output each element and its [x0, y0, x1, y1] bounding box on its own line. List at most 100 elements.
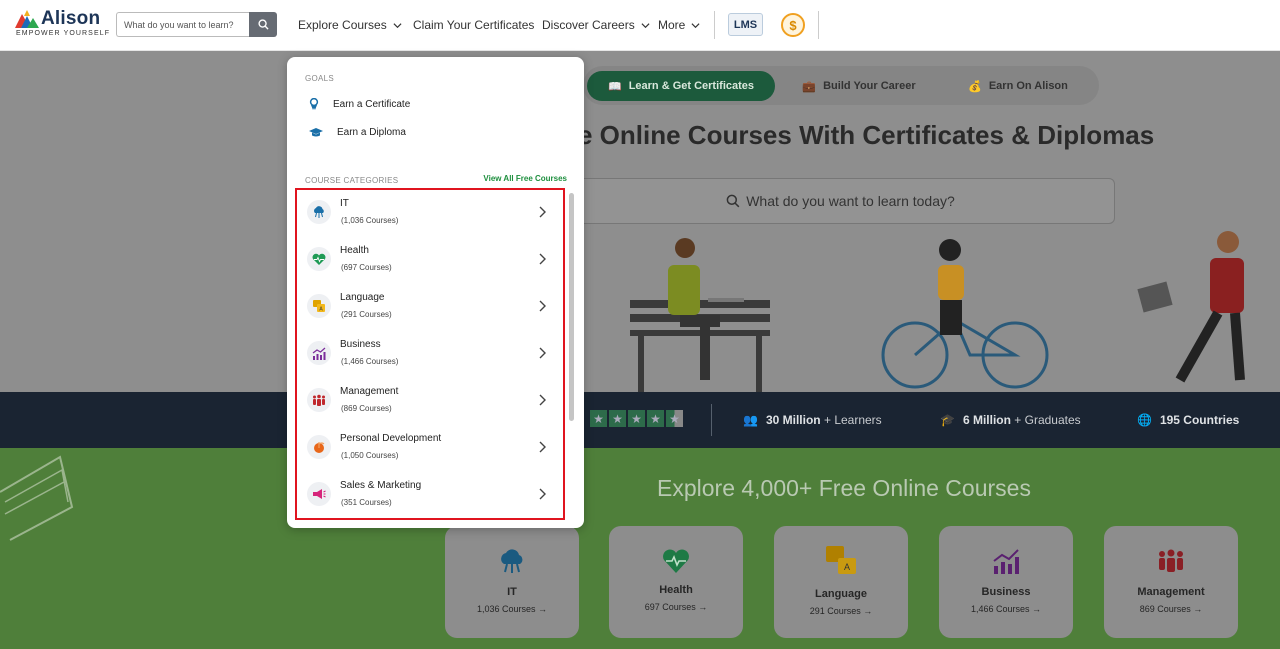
category-name: Personal Development — [340, 433, 442, 444]
category-name: Language — [340, 292, 385, 303]
money-icon: 💰 — [968, 80, 982, 93]
lms-button[interactable]: LMS — [728, 13, 763, 36]
stat-graduates-value: 6 Million — [962, 413, 1011, 427]
header-search-input[interactable] — [116, 12, 249, 37]
category-item-sales-marketing[interactable]: Sales & Marketing (351 Courses) — [297, 472, 563, 518]
category-card-management[interactable]: Management 869 Courses → — [1104, 526, 1238, 638]
dropdown-scrollbar[interactable] — [569, 193, 574, 421]
cloud-icon — [314, 206, 324, 218]
tab-earn-on-alison[interactable]: 💰 Earn On Alison — [943, 71, 1093, 101]
nav-more[interactable]: More — [658, 18, 700, 32]
view-all-free-courses-link[interactable]: View All Free Courses — [483, 174, 567, 183]
stat-learners: 👥 30 Million + Learners — [743, 413, 882, 427]
header-search-button[interactable] — [249, 12, 277, 37]
chevron-right-icon — [539, 347, 546, 359]
category-count: (697 Courses) — [341, 263, 392, 272]
category-name: Business — [340, 339, 381, 350]
nav-divider — [714, 11, 715, 39]
globe-icon: 🌐 — [1137, 413, 1152, 427]
hero-search-input[interactable]: What do you want to learn today? — [566, 178, 1115, 224]
category-card-name: Health — [659, 584, 693, 596]
category-item-language[interactable]: A Language (291 Courses) — [297, 284, 563, 331]
translate-icon: A — [313, 300, 325, 313]
category-name: IT — [340, 198, 349, 209]
top-header: Alison EMPOWER YOURSELF Explore Courses … — [0, 0, 1280, 51]
stat-countries-value: 195 Countries — [1159, 413, 1240, 427]
category-name: Sales & Marketing — [340, 480, 422, 491]
graduation-cap-icon: 🎓 — [940, 413, 955, 427]
logo-text: Alison — [41, 8, 101, 29]
goal-label: Earn a Diploma — [337, 127, 406, 138]
category-card-business[interactable]: Business 1,466 Courses → — [939, 526, 1073, 638]
stats-divider — [711, 404, 712, 436]
goal-earn-diploma[interactable]: Earn a Diploma — [309, 127, 406, 138]
category-icon-wrap — [307, 247, 331, 271]
category-icon-wrap — [307, 388, 331, 412]
category-card-language[interactable]: A Language 291 Courses → — [774, 526, 908, 638]
hero-illustration — [630, 231, 1245, 392]
chevron-right-icon — [539, 300, 546, 312]
chart-icon — [993, 549, 1019, 574]
search-icon — [726, 194, 740, 208]
svg-text:A: A — [844, 562, 850, 572]
category-count: (351 Courses) — [341, 498, 392, 507]
nav-discover-careers-label: Discover Careers — [542, 18, 635, 32]
team-icon — [1159, 549, 1183, 572]
alison-logo[interactable]: Alison EMPOWER YOURSELF — [15, 7, 110, 41]
people-icon: 👥 — [743, 413, 758, 427]
category-item-health[interactable]: Health (697 Courses) — [297, 237, 563, 284]
goal-earn-certificate[interactable]: Earn a Certificate — [309, 98, 410, 110]
nav-claim-certificates[interactable]: Claim Your Certificates — [413, 18, 534, 32]
category-card-count: 1,036 Courses → — [476, 604, 548, 614]
nav-discover-careers[interactable]: Discover Careers — [542, 18, 650, 32]
tab-build-career[interactable]: 💼 Build Your Career — [779, 71, 939, 101]
category-item-personal-development[interactable]: Personal Development (1,050 Courses) — [297, 425, 563, 472]
coin-icon[interactable]: $ — [781, 13, 805, 37]
hero-search-placeholder: What do you want to learn today? — [746, 193, 955, 209]
category-count: (1,050 Courses) — [341, 451, 399, 460]
growth-icon — [314, 442, 325, 453]
category-count: (1,036 Courses) — [341, 216, 399, 225]
category-item-it[interactable]: IT (1,036 Courses) — [297, 190, 563, 237]
category-icon-wrap — [307, 435, 331, 459]
goals-heading: GOALS — [305, 74, 335, 83]
stat-learners-value: 30 Million — [765, 413, 821, 427]
chevron-down-icon — [641, 22, 650, 28]
course-categories-heading: COURSE CATEGORIES — [305, 176, 399, 185]
category-count: (291 Courses) — [341, 310, 392, 319]
cloud-icon — [501, 549, 523, 573]
category-icon-wrap — [307, 200, 331, 224]
chevron-right-icon — [539, 394, 546, 406]
category-count: (869 Courses) — [341, 404, 392, 413]
stat-learners-label: + Learners — [820, 413, 882, 427]
chevron-right-icon — [539, 253, 546, 265]
hero-title: e Online Courses With Certificates & Dip… — [578, 120, 1155, 150]
course-categories-list: IT (1,036 Courses) Health (697 Courses) — [295, 188, 565, 520]
hero-tabs: 📖 Learn & Get Certificates 💼 Build Your … — [583, 66, 1099, 105]
search-icon — [257, 19, 269, 30]
logo-mark-icon — [15, 10, 39, 28]
star-icon: ★ — [609, 410, 626, 427]
nav-claim-certificates-label: Claim Your Certificates — [413, 18, 535, 32]
translate-icon: A — [826, 546, 856, 574]
book-icon: 📖 — [607, 80, 622, 93]
star-icon: ★ — [590, 410, 607, 427]
nav-more-label: More — [658, 18, 686, 32]
category-card-health[interactable]: Health 697 Courses → — [609, 526, 743, 638]
category-card-count: 697 Courses → — [644, 602, 708, 612]
chart-icon — [312, 347, 326, 360]
tab-label: Learn & Get Certificates — [628, 80, 755, 92]
nav-divider — [818, 11, 819, 39]
star-icon: ★ — [628, 410, 645, 427]
category-item-business[interactable]: Business (1,466 Courses) — [297, 331, 563, 378]
explore-title: Explore 4,000+ Free Online Courses — [657, 475, 1031, 501]
category-card-count: 1,466 Courses → — [970, 604, 1042, 614]
goal-label: Earn a Certificate — [333, 98, 411, 110]
category-card-name: Business — [981, 586, 1031, 598]
category-item-management[interactable]: Management (869 Courses) — [297, 378, 563, 425]
nav-explore-courses[interactable]: Explore Courses — [298, 18, 402, 32]
tab-learn-certificates[interactable]: 📖 Learn & Get Certificates — [587, 71, 775, 101]
category-card-count: 869 Courses → — [1139, 604, 1203, 614]
chevron-down-icon — [691, 22, 700, 28]
category-card-it[interactable]: IT 1,036 Courses → — [445, 526, 579, 638]
